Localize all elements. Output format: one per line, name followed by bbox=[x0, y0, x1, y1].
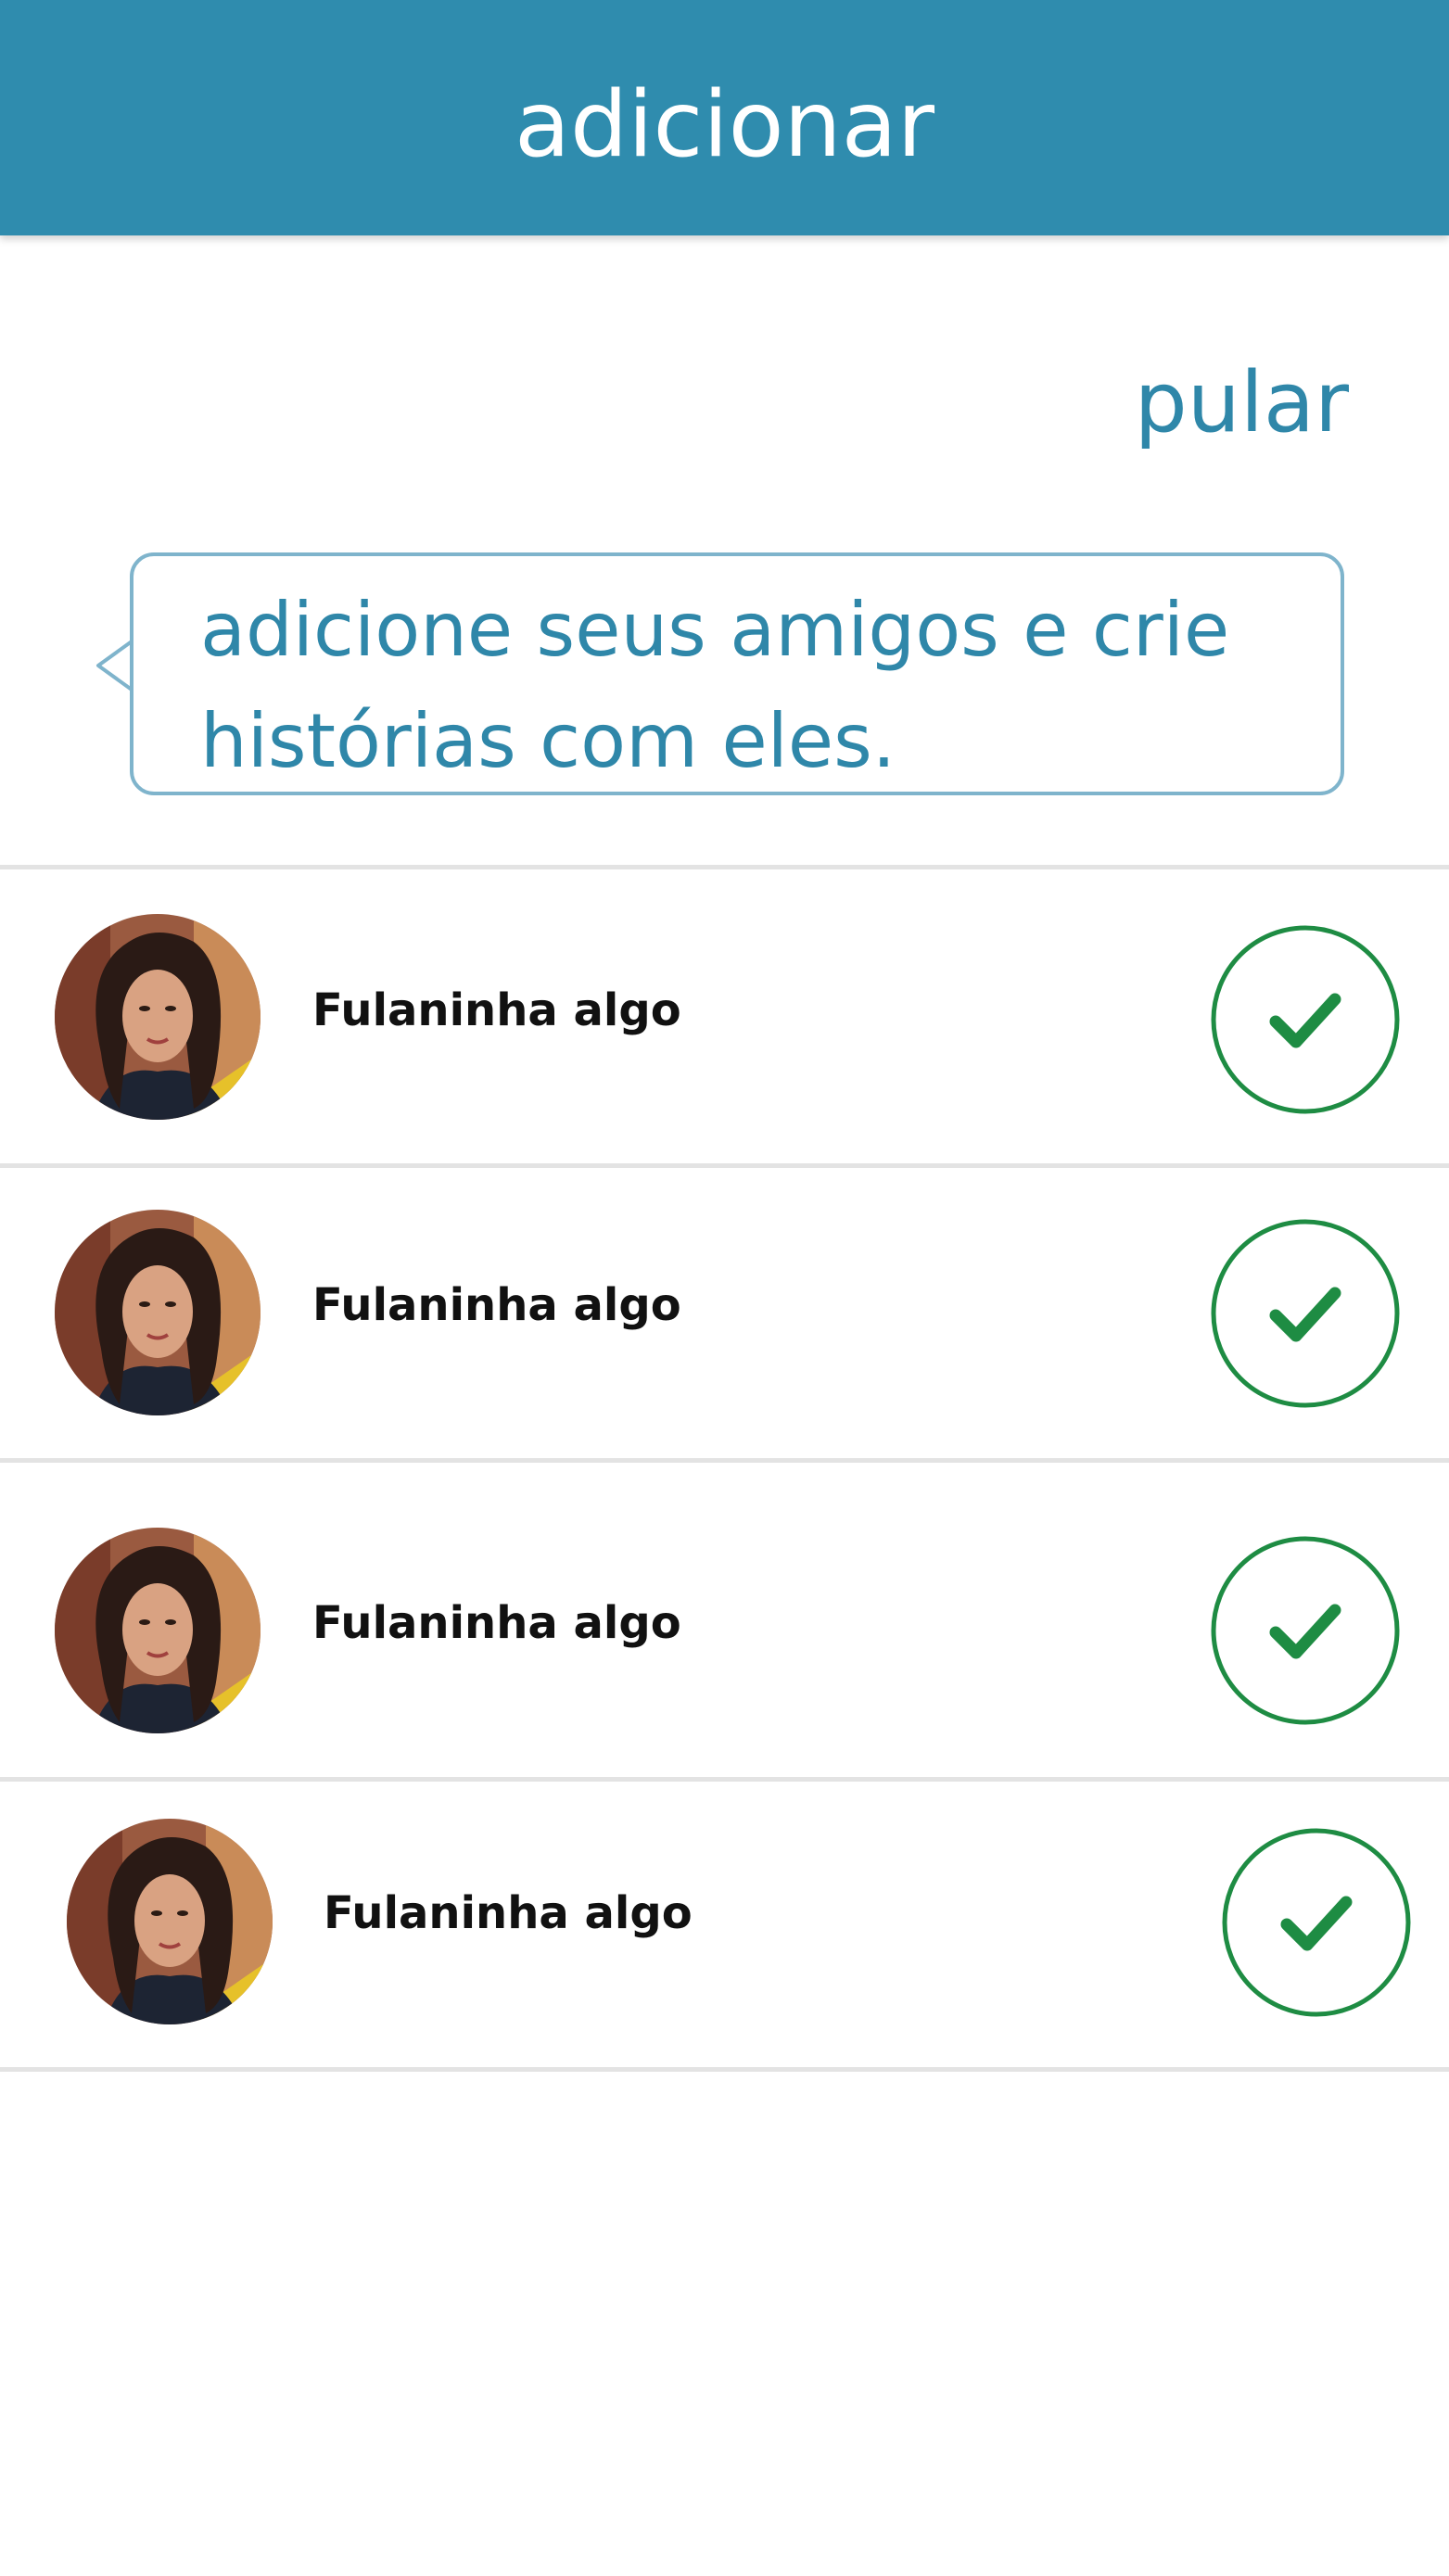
list-item: Fulaninha algo bbox=[0, 1168, 1449, 1458]
friend-name: Fulaninha algo bbox=[312, 984, 681, 1036]
friend-name: Fulaninha algo bbox=[312, 1279, 681, 1331]
check-circle-icon[interactable] bbox=[1222, 1828, 1411, 2017]
avatar bbox=[55, 1210, 261, 1415]
app-header: adicionar bbox=[0, 0, 1449, 235]
page-title: adicionar bbox=[514, 72, 934, 178]
check-circle-icon[interactable] bbox=[1211, 925, 1400, 1114]
friend-name: Fulaninha algo bbox=[312, 1597, 681, 1649]
intro-message: adicione seus amigos e crie histórias co… bbox=[200, 587, 1230, 784]
divider bbox=[0, 2067, 1449, 2072]
avatar bbox=[67, 1819, 273, 2024]
list-item: Fulaninha algo bbox=[0, 869, 1449, 1163]
friend-name: Fulaninha algo bbox=[324, 1887, 693, 1939]
list-item: Fulaninha algo bbox=[0, 1782, 1449, 2067]
intro-speech-bubble: adicione seus amigos e crie histórias co… bbox=[130, 552, 1344, 795]
avatar bbox=[55, 914, 261, 1120]
check-circle-icon[interactable] bbox=[1211, 1219, 1400, 1408]
list-item: Fulaninha algo bbox=[0, 1463, 1449, 1777]
check-circle-icon[interactable] bbox=[1211, 1536, 1400, 1725]
skip-link[interactable]: pular bbox=[1135, 348, 1349, 459]
avatar bbox=[55, 1528, 261, 1733]
